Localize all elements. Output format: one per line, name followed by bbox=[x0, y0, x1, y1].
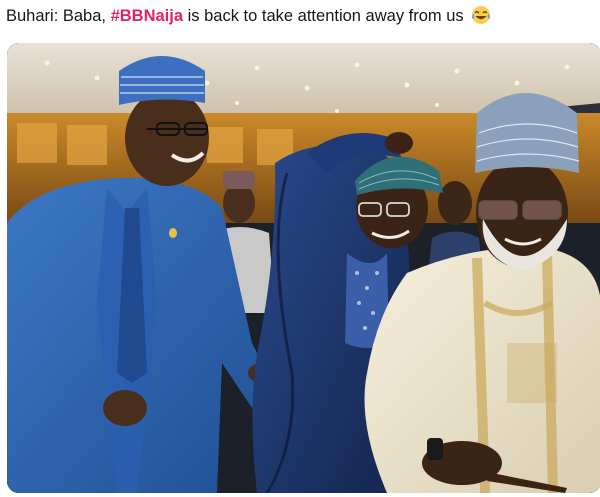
people-laughing-photo bbox=[7, 43, 600, 493]
tweet-text: Buhari: Baba, #BBNaija is back to take a… bbox=[6, 4, 594, 30]
face-with-tears-of-joy-icon bbox=[471, 5, 491, 32]
tweet-text-lead: Buhari: Baba, bbox=[6, 7, 111, 25]
tweet-photo[interactable] bbox=[7, 43, 600, 493]
tweet-card: Buhari: Baba, #BBNaija is back to take a… bbox=[0, 0, 600, 497]
tweet-text-tail: is back to take attention away from us bbox=[183, 7, 464, 25]
hashtag-link[interactable]: #BBNaija bbox=[111, 7, 183, 25]
